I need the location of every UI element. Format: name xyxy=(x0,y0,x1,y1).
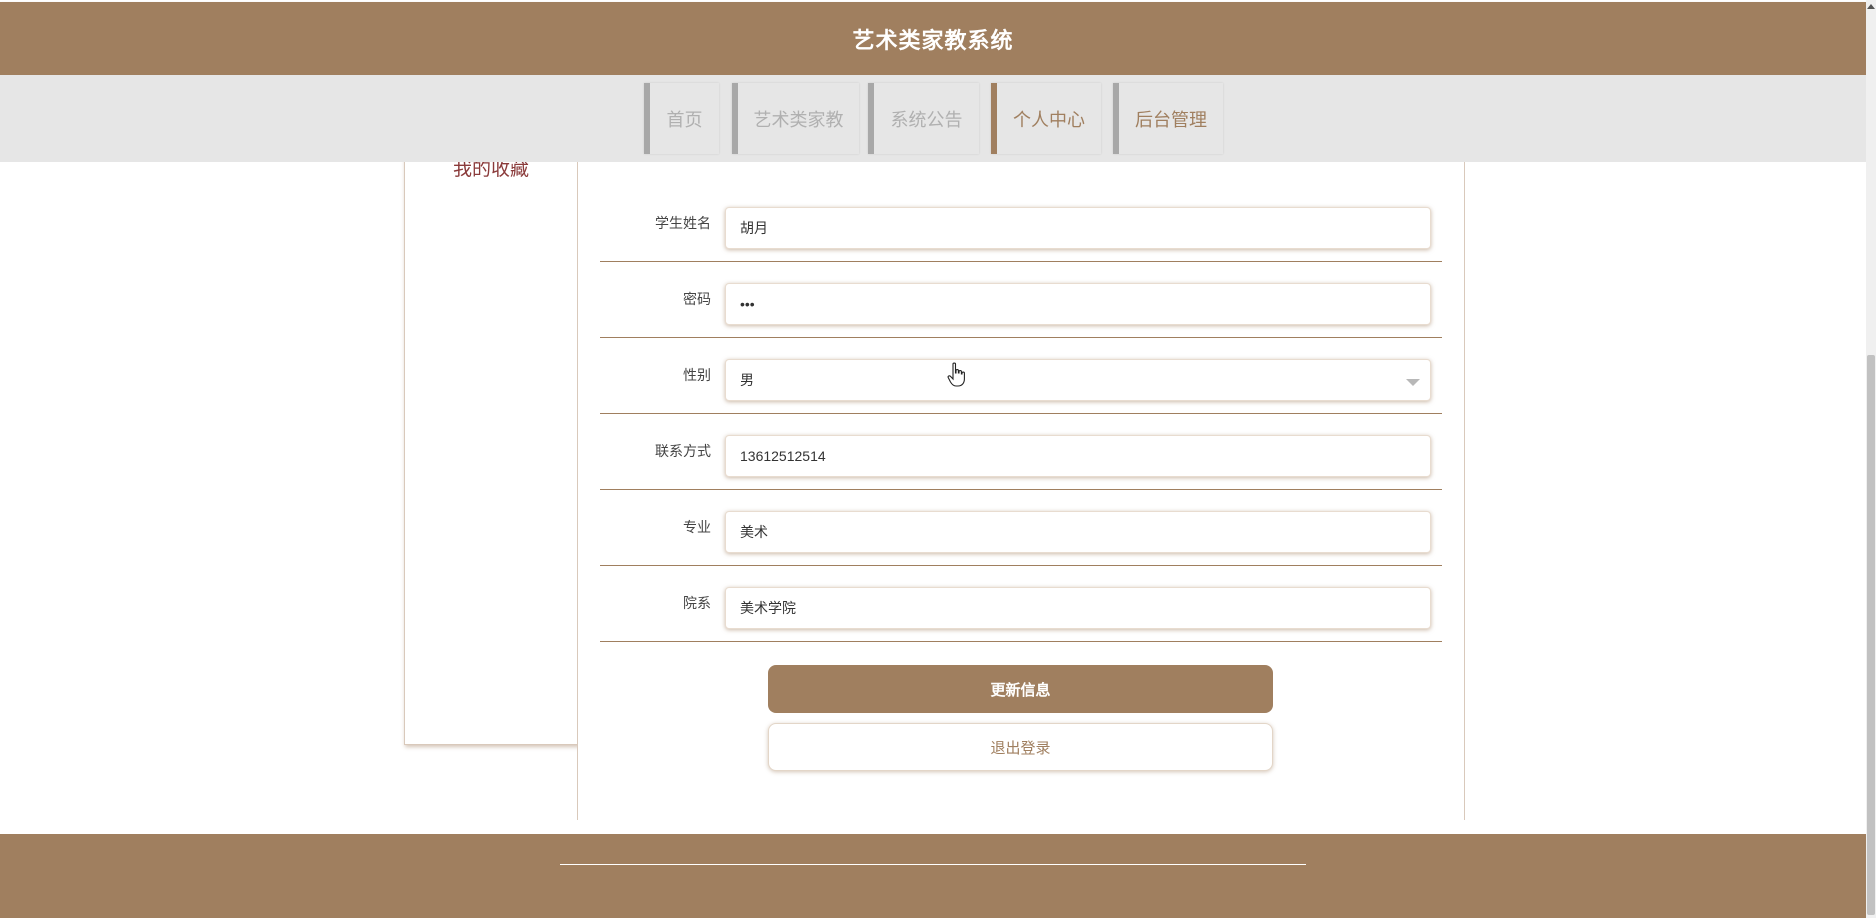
app-title: 艺术类家教系统 xyxy=(852,27,1014,53)
field-label: 专业 xyxy=(683,519,711,535)
field-value: ••• xyxy=(740,296,755,312)
field-value: 美术学院 xyxy=(740,600,796,616)
sidebar: 我的收藏 xyxy=(404,140,580,745)
nav-item-label: 后台管理 xyxy=(1135,109,1207,130)
scrollbar[interactable] xyxy=(1866,0,1876,918)
form-row-gender: 性别 男 xyxy=(600,337,1442,414)
form-row-password: 密码 ••• xyxy=(600,261,1442,338)
update-info-button[interactable]: 更新信息 xyxy=(768,665,1273,713)
field-value: 胡月 xyxy=(740,220,768,236)
nav-item-personal-center[interactable]: 个人中心 xyxy=(991,83,1101,154)
scroll-up-icon[interactable] xyxy=(1867,4,1875,9)
hand-cursor-icon xyxy=(947,362,965,387)
scroll-thumb[interactable] xyxy=(1867,355,1875,915)
form-row-major: 专业 美术 xyxy=(600,489,1442,566)
field-label: 性别 xyxy=(683,367,711,383)
field-label: 学生姓名 xyxy=(655,215,711,231)
logout-button[interactable]: 退出登录 xyxy=(768,723,1273,771)
nav-item-admin[interactable]: 后台管理 xyxy=(1113,83,1223,154)
password-input[interactable]: ••• xyxy=(725,283,1431,325)
field-label: 院系 xyxy=(683,595,711,611)
nav-item-label: 首页 xyxy=(666,109,703,130)
footer xyxy=(0,834,1866,918)
chevron-down-icon xyxy=(1406,379,1420,386)
nav-item-art-tutor[interactable]: 艺术类家教 xyxy=(732,83,859,154)
nav-item-label: 个人中心 xyxy=(1013,109,1085,130)
field-label: 联系方式 xyxy=(655,443,711,459)
footer-divider xyxy=(560,864,1306,865)
field-label: 密码 xyxy=(683,291,711,307)
phone-input[interactable]: 13612512514 xyxy=(725,435,1431,477)
field-value: 美术 xyxy=(740,524,768,540)
field-value: 男 xyxy=(740,372,754,388)
nav-item-label: 艺术类家教 xyxy=(753,109,844,130)
nav-item-announcements[interactable]: 系统公告 xyxy=(868,83,979,154)
form-row-department: 院系 美术学院 xyxy=(600,565,1442,642)
nav-bar: 首页 艺术类家教 系统公告 个人中心 后台管理 xyxy=(0,75,1866,162)
major-input[interactable]: 美术 xyxy=(725,511,1431,553)
form-row-student-name: 学生姓名 胡月 xyxy=(600,185,1442,262)
gender-select[interactable]: 男 xyxy=(725,359,1431,401)
profile-panel: 学生姓名 胡月 密码 ••• 性别 男 联系方式 13612512514 专业 … xyxy=(577,106,1465,820)
form-row-phone: 联系方式 13612512514 xyxy=(600,413,1442,490)
department-input[interactable]: 美术学院 xyxy=(725,587,1431,629)
field-value: 13612512514 xyxy=(740,448,826,464)
student-name-input[interactable]: 胡月 xyxy=(725,207,1431,249)
nav-item-home[interactable]: 首页 xyxy=(644,83,719,154)
nav-item-label: 系统公告 xyxy=(890,109,963,130)
app-header: 艺术类家教系统 xyxy=(0,2,1866,75)
